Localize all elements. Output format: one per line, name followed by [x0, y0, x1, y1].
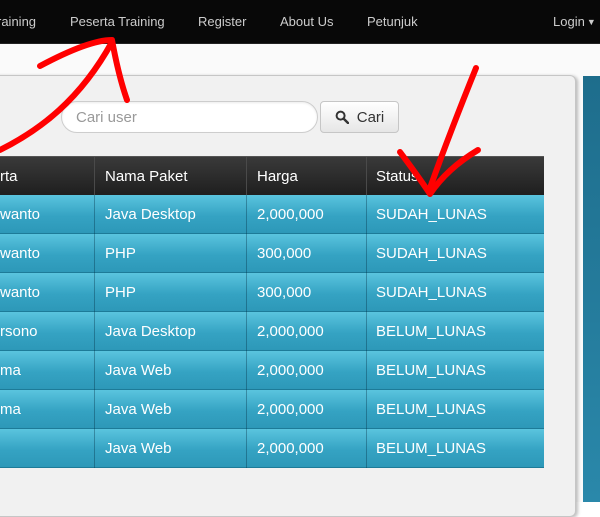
cell-peserta: ma [0, 401, 21, 418]
cell-status: SUDAH_LUNAS [376, 245, 487, 262]
header-nama-paket[interactable]: Nama Paket [95, 157, 247, 196]
cell-peserta: wanto [0, 206, 41, 223]
header-peserta[interactable]: rta [0, 157, 95, 196]
cell-harga: 2,000,000 [257, 362, 324, 379]
nav-item-peserta-training[interactable]: Peserta Training [70, 0, 165, 43]
cell-nama-paket: PHP [105, 245, 136, 262]
column-divider [366, 273, 367, 312]
cell-status: BELUM_LUNAS [376, 323, 487, 340]
nav-item-register[interactable]: Register [198, 0, 246, 43]
login-dropdown[interactable]: Login ▼ [553, 0, 596, 43]
column-divider [366, 195, 367, 234]
column-divider [366, 390, 367, 429]
column-divider [94, 195, 95, 234]
column-divider [366, 351, 367, 390]
side-strip [583, 76, 600, 502]
column-divider [246, 195, 247, 234]
search-button-label: Cari [356, 108, 385, 126]
column-divider [246, 390, 247, 429]
nav-item-about-us[interactable]: About Us [280, 0, 333, 43]
table-row[interactable]: ma Java Web 2,000,000 BELUM_LUNAS [0, 390, 544, 429]
table-row[interactable]: rsono Java Desktop 2,000,000 BELUM_LUNAS [0, 312, 544, 351]
cell-status: SUDAH_LUNAS [376, 284, 487, 301]
cell-nama-paket: Java Web [105, 362, 172, 379]
column-divider [246, 351, 247, 390]
table-row[interactable]: wanto Java Desktop 2,000,000 SUDAH_LUNAS [0, 195, 544, 234]
cell-status: SUDAH_LUNAS [376, 206, 487, 223]
column-divider [246, 429, 247, 468]
cell-peserta: wanto [0, 245, 41, 262]
column-divider [366, 234, 367, 273]
table-row[interactable]: wanto PHP 300,000 SUDAH_LUNAS [0, 234, 544, 273]
header-status[interactable]: Status [366, 157, 544, 196]
login-label: Login [553, 14, 585, 29]
column-divider [366, 429, 367, 468]
column-divider [246, 273, 247, 312]
search-button[interactable]: Cari [320, 101, 399, 133]
table-row[interactable]: Java Web 2,000,000 BELUM_LUNAS [0, 429, 544, 468]
cell-peserta: ma [0, 362, 21, 379]
column-divider [94, 351, 95, 390]
column-divider [366, 312, 367, 351]
caret-down-icon: ▼ [586, 17, 596, 27]
column-divider [94, 429, 95, 468]
search-input[interactable] [61, 101, 318, 133]
cell-nama-paket: Java Desktop [105, 323, 196, 340]
nav-item-petunjuk[interactable]: Petunjuk [367, 0, 418, 43]
cell-nama-paket: Java Web [105, 440, 172, 457]
cell-status: BELUM_LUNAS [376, 401, 487, 418]
column-divider [94, 390, 95, 429]
top-navbar: raining Peserta Training Register About … [0, 0, 600, 44]
column-divider [246, 234, 247, 273]
table-header-row: rta Nama Paket Harga Status [0, 156, 544, 196]
cell-nama-paket: Java Web [105, 401, 172, 418]
cell-harga: 2,000,000 [257, 206, 324, 223]
column-divider [94, 312, 95, 351]
cell-peserta: wanto [0, 284, 41, 301]
nav-item-training[interactable]: raining [0, 0, 36, 43]
column-divider [246, 312, 247, 351]
cell-status: BELUM_LUNAS [376, 362, 487, 379]
cell-nama-paket: PHP [105, 284, 136, 301]
cell-harga: 300,000 [257, 245, 312, 262]
search-icon [335, 110, 349, 124]
cell-nama-paket: Java Desktop [105, 206, 196, 223]
cell-harga: 2,000,000 [257, 440, 324, 457]
cell-peserta [0, 429, 95, 468]
column-divider [94, 273, 95, 312]
header-harga[interactable]: Harga [247, 157, 366, 196]
cell-peserta: rsono [0, 323, 38, 340]
cell-harga: 2,000,000 [257, 401, 324, 418]
table-row[interactable]: wanto PHP 300,000 SUDAH_LUNAS [0, 273, 544, 312]
table-row[interactable]: ma Java Web 2,000,000 BELUM_LUNAS [0, 351, 544, 390]
cell-harga: 2,000,000 [257, 323, 324, 340]
cell-harga: 300,000 [257, 284, 312, 301]
cell-status: BELUM_LUNAS [376, 440, 487, 457]
column-divider [94, 234, 95, 273]
